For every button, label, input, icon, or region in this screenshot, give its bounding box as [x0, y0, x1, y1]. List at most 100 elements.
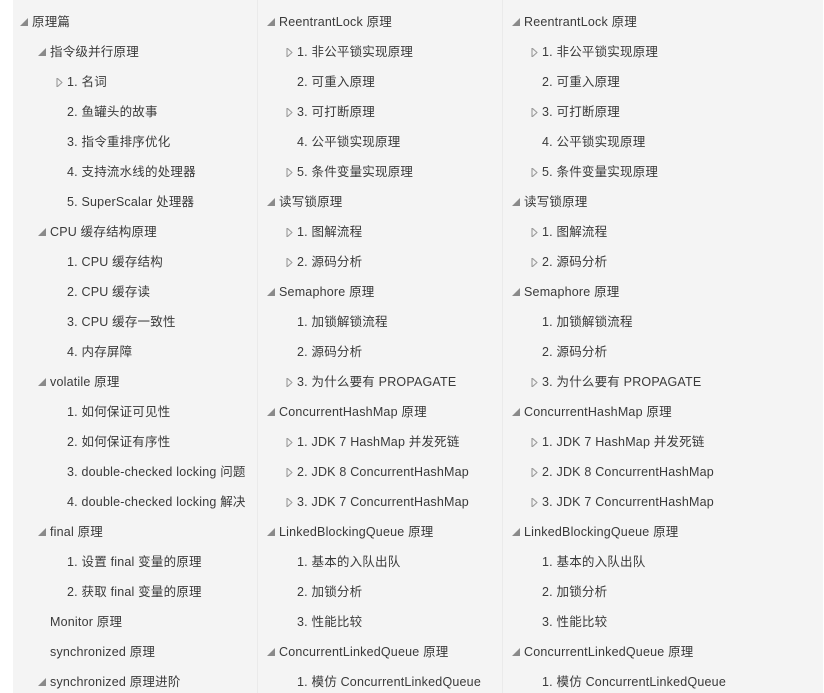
tree-node[interactable]: 1. 基本的入队出队 [258, 547, 502, 577]
tree-node[interactable]: 2. 获取 final 变量的原理 [13, 577, 257, 607]
tree-node[interactable]: LinkedBlockingQueue 原理 [258, 517, 502, 547]
triangle-right-icon[interactable] [529, 97, 542, 127]
tree-node[interactable]: 1. 模仿 ConcurrentLinkedQueue [258, 667, 502, 693]
tree-node[interactable]: 2. 可重入原理 [503, 67, 823, 97]
triangle-right-icon[interactable] [529, 157, 542, 187]
tree-node[interactable]: 1. 加锁解锁流程 [503, 307, 823, 337]
tree-node[interactable]: 2. 可重入原理 [258, 67, 502, 97]
tree-node[interactable]: 2. CPU 缓存读 [13, 277, 257, 307]
tree-node[interactable]: 3. CPU 缓存一致性 [13, 307, 257, 337]
tree-node[interactable]: 1. 如何保证可见性 [13, 397, 257, 427]
triangle-down-left-icon[interactable] [37, 37, 50, 67]
triangle-down-left-icon[interactable] [266, 187, 279, 217]
tree-node[interactable]: final 原理 [13, 517, 257, 547]
tree-node[interactable]: 3. JDK 7 ConcurrentHashMap [258, 487, 502, 517]
tree-node[interactable]: Semaphore 原理 [258, 277, 502, 307]
tree-node[interactable]: 2. 源码分析 [503, 247, 823, 277]
tree-node[interactable]: 1. JDK 7 HashMap 并发死链 [258, 427, 502, 457]
triangle-down-left-icon[interactable] [266, 397, 279, 427]
tree-right[interactable]: ReentrantLock 原理 1. 非公平锁实现原理 2. 可重入原理 3. 可打… [503, 0, 823, 693]
tree-node[interactable]: 3. double-checked locking 问题 [13, 457, 257, 487]
tree-node[interactable]: 读写锁原理 [503, 187, 823, 217]
tree-node[interactable]: 1. 加锁解锁流程 [258, 307, 502, 337]
triangle-right-icon[interactable] [529, 367, 542, 397]
tree-node[interactable]: 2. 鱼罐头的故事 [13, 97, 257, 127]
tree-node[interactable]: 3. 为什么要有 PROPAGATE [258, 367, 502, 397]
triangle-right-icon[interactable] [54, 67, 67, 97]
triangle-right-icon[interactable] [284, 367, 297, 397]
triangle-right-icon[interactable] [284, 37, 297, 67]
tree-node[interactable]: 原理篇 [13, 7, 257, 37]
tree-node[interactable]: ConcurrentHashMap 原理 [503, 397, 823, 427]
tree-node[interactable]: 2. 源码分析 [503, 337, 823, 367]
triangle-right-icon[interactable] [529, 427, 542, 457]
tree-node[interactable]: 5. 条件变量实现原理 [503, 157, 823, 187]
tree-middle[interactable]: ReentrantLock 原理 1. 非公平锁实现原理 2. 可重入原理 3. 可打… [258, 0, 502, 693]
triangle-down-left-icon[interactable] [37, 517, 50, 547]
tree-node[interactable]: 3. 为什么要有 PROPAGATE [503, 367, 823, 397]
tree-node[interactable]: 2. 加锁分析 [503, 577, 823, 607]
tree-node[interactable]: ReentrantLock 原理 [258, 7, 502, 37]
tree-node[interactable]: synchronized 原理进阶 [13, 667, 257, 693]
tree-node[interactable]: ConcurrentLinkedQueue 原理 [503, 637, 823, 667]
triangle-down-left-icon[interactable] [266, 517, 279, 547]
tree-node[interactable]: 2. 加锁分析 [258, 577, 502, 607]
tree-node[interactable]: 2. 源码分析 [258, 247, 502, 277]
triangle-right-icon[interactable] [529, 37, 542, 67]
triangle-down-left-icon[interactable] [266, 277, 279, 307]
tree-node[interactable]: 3. 可打断原理 [258, 97, 502, 127]
tree-node[interactable]: 4. double-checked locking 解决 [13, 487, 257, 517]
tree-node[interactable]: ConcurrentHashMap 原理 [258, 397, 502, 427]
tree-node[interactable]: 5. SuperScalar 处理器 [13, 187, 257, 217]
tree-node[interactable]: 2. 如何保证有序性 [13, 427, 257, 457]
tree-node[interactable]: 1. 非公平锁实现原理 [503, 37, 823, 67]
tree-node[interactable]: 1. 图解流程 [258, 217, 502, 247]
triangle-right-icon[interactable] [284, 427, 297, 457]
tree-node[interactable]: 5. 条件变量实现原理 [258, 157, 502, 187]
tree-node[interactable]: 1. 非公平锁实现原理 [258, 37, 502, 67]
tree-node[interactable]: 2. JDK 8 ConcurrentHashMap [258, 457, 502, 487]
triangle-down-left-icon[interactable] [266, 637, 279, 667]
tree-node[interactable]: 3. JDK 7 ConcurrentHashMap [503, 487, 823, 517]
tree-node[interactable]: Monitor 原理 [13, 607, 257, 637]
triangle-down-left-icon[interactable] [37, 217, 50, 247]
triangle-down-left-icon[interactable] [266, 7, 279, 37]
tree-node[interactable]: 1. JDK 7 HashMap 并发死链 [503, 427, 823, 457]
triangle-down-left-icon[interactable] [511, 187, 524, 217]
triangle-right-icon[interactable] [529, 217, 542, 247]
triangle-right-icon[interactable] [529, 457, 542, 487]
tree-node[interactable]: volatile 原理 [13, 367, 257, 397]
triangle-down-left-icon[interactable] [37, 367, 50, 397]
tree-node[interactable]: 读写锁原理 [258, 187, 502, 217]
tree-node[interactable]: 4. 公平锁实现原理 [258, 127, 502, 157]
tree-node[interactable]: 1. 图解流程 [503, 217, 823, 247]
tree-node[interactable]: 3. 可打断原理 [503, 97, 823, 127]
tree-left[interactable]: 原理篇 指令级并行原理 1. 名词 2. 鱼罐头的故事 3. 指令重排序优化 4. 支持流… [13, 0, 257, 693]
tree-node[interactable]: ConcurrentLinkedQueue 原理 [258, 637, 502, 667]
triangle-right-icon[interactable] [284, 487, 297, 517]
triangle-right-icon[interactable] [284, 457, 297, 487]
tree-node[interactable]: 1. 模仿 ConcurrentLinkedQueue [503, 667, 823, 693]
triangle-down-left-icon[interactable] [511, 637, 524, 667]
tree-node[interactable]: 3. 性能比较 [503, 607, 823, 637]
tree-node[interactable]: 指令级并行原理 [13, 37, 257, 67]
tree-node[interactable]: LinkedBlockingQueue 原理 [503, 517, 823, 547]
tree-node[interactable]: synchronized 原理 [13, 637, 257, 667]
triangle-down-left-icon[interactable] [511, 517, 524, 547]
tree-node[interactable]: 1. 名词 [13, 67, 257, 97]
triangle-right-icon[interactable] [529, 247, 542, 277]
tree-node[interactable]: Semaphore 原理 [503, 277, 823, 307]
triangle-down-left-icon[interactable] [511, 397, 524, 427]
triangle-down-left-icon[interactable] [511, 277, 524, 307]
triangle-down-left-icon[interactable] [511, 7, 524, 37]
triangle-right-icon[interactable] [284, 217, 297, 247]
triangle-right-icon[interactable] [284, 247, 297, 277]
tree-node[interactable]: 1. 基本的入队出队 [503, 547, 823, 577]
tree-node[interactable]: 3. 性能比较 [258, 607, 502, 637]
triangle-right-icon[interactable] [284, 157, 297, 187]
triangle-down-left-icon[interactable] [19, 7, 32, 37]
tree-node[interactable]: 4. 支持流水线的处理器 [13, 157, 257, 187]
tree-node[interactable]: ReentrantLock 原理 [503, 7, 823, 37]
tree-node[interactable]: 1. 设置 final 变量的原理 [13, 547, 257, 577]
triangle-right-icon[interactable] [529, 487, 542, 517]
